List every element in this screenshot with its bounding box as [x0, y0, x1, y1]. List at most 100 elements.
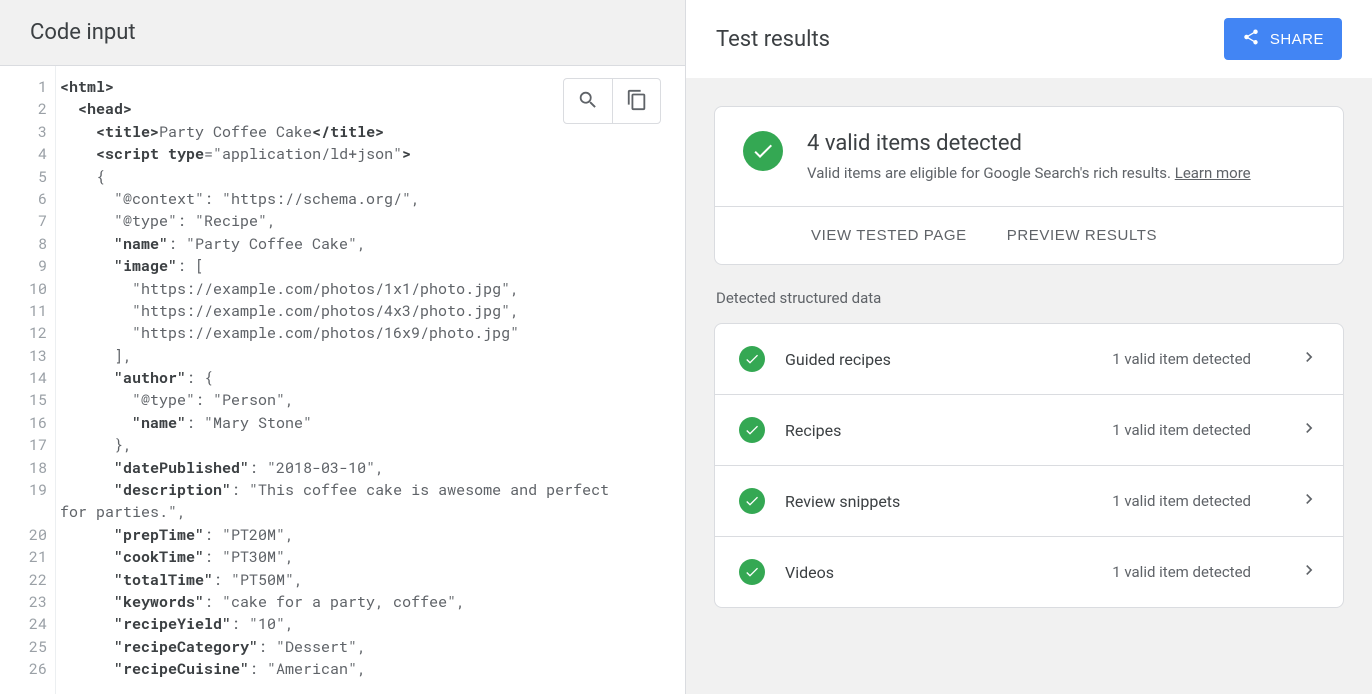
line-number: 22 — [0, 569, 47, 591]
code-line[interactable]: "name": "Party Coffee Cake", — [60, 233, 681, 255]
code-line[interactable]: ], — [60, 345, 681, 367]
detected-item-row[interactable]: Recipes 1 valid item detected — [715, 394, 1343, 465]
summary-subtext-text: Valid items are eligible for Google Sear… — [807, 164, 1175, 182]
line-number: 12 — [0, 322, 47, 344]
code-input-pane: Code input 12345678910111213141516171819… — [0, 0, 686, 694]
summary-text: 4 valid items detected Valid items are e… — [807, 131, 1251, 182]
code-line[interactable]: "name": "Mary Stone" — [60, 412, 681, 434]
code-line[interactable]: for parties.", — [60, 501, 681, 523]
line-number: 25 — [0, 636, 47, 658]
line-number-gutter: 1234567891011121314151617181920212223242… — [0, 66, 56, 694]
line-number: 21 — [0, 546, 47, 568]
code-line[interactable]: "keywords": "cake for a party, coffee", — [60, 591, 681, 613]
code-line[interactable]: "image": [ — [60, 255, 681, 277]
detected-item-row[interactable]: Videos 1 valid item detected — [715, 536, 1343, 607]
code-line[interactable]: "recipeYield": "10", — [60, 613, 681, 635]
line-number — [0, 501, 47, 523]
test-results-title: Test results — [716, 27, 830, 52]
code-line[interactable]: { — [60, 166, 681, 188]
code-content[interactable]: <html> <head> <title>Party Coffee Cake</… — [56, 66, 685, 694]
chevron-right-icon — [1299, 560, 1319, 584]
code-line[interactable]: "@context": "https://schema.org/", — [60, 188, 681, 210]
line-number: 18 — [0, 457, 47, 479]
item-name: Review snippets — [785, 492, 1092, 511]
item-status: 1 valid item detected — [1112, 492, 1251, 510]
item-check-icon — [739, 488, 765, 514]
summary-card: 4 valid items detected Valid items are e… — [714, 106, 1344, 265]
chevron-right-icon — [1299, 418, 1319, 442]
line-number: 4 — [0, 143, 47, 165]
code-line[interactable]: "https://example.com/photos/1x1/photo.jp… — [60, 278, 681, 300]
line-number: 23 — [0, 591, 47, 613]
line-number: 17 — [0, 434, 47, 456]
code-input-header: Code input — [0, 0, 685, 66]
detected-item-row[interactable]: Review snippets 1 valid item detected — [715, 465, 1343, 536]
detected-section-label: Detected structured data — [716, 289, 1344, 307]
code-line[interactable]: <title>Party Coffee Cake</title> — [60, 121, 681, 143]
line-number: 2 — [0, 98, 47, 120]
line-number: 7 — [0, 210, 47, 232]
detected-items-list: Guided recipes1 valid item detectedRecip… — [714, 323, 1344, 608]
item-status: 1 valid item detected — [1112, 421, 1251, 439]
preview-results-button[interactable]: PREVIEW RESULTS — [1007, 227, 1157, 244]
item-name: Recipes — [785, 421, 1092, 440]
detected-item-row[interactable]: Guided recipes 1 valid item detected — [715, 324, 1343, 394]
copy-code-button[interactable] — [612, 79, 660, 123]
code-line[interactable]: "https://example.com/photos/4x3/photo.jp… — [60, 300, 681, 322]
line-number: 9 — [0, 255, 47, 277]
item-check-icon — [739, 559, 765, 585]
summary-heading: 4 valid items detected — [807, 131, 1251, 156]
code-line[interactable]: "recipeCuisine": "American", — [60, 658, 681, 680]
share-button-label: SHARE — [1270, 31, 1324, 48]
view-tested-page-button[interactable]: VIEW TESTED PAGE — [811, 227, 967, 244]
line-number: 8 — [0, 233, 47, 255]
line-number: 13 — [0, 345, 47, 367]
test-results-header: Test results SHARE — [686, 0, 1372, 78]
item-name: Videos — [785, 563, 1092, 582]
line-number: 15 — [0, 389, 47, 411]
chevron-right-icon — [1299, 347, 1319, 371]
summary-actions: VIEW TESTED PAGE PREVIEW RESULTS — [715, 207, 1343, 264]
item-status: 1 valid item detected — [1112, 350, 1251, 368]
test-results-pane: Test results SHARE 4 valid items detecte… — [686, 0, 1372, 694]
test-results-body: 4 valid items detected Valid items are e… — [686, 78, 1372, 694]
line-number: 19 — [0, 479, 47, 501]
code-line[interactable]: "description": "This coffee cake is awes… — [60, 479, 681, 501]
item-check-icon — [739, 417, 765, 443]
code-line[interactable]: <script type="application/ld+json"> — [60, 143, 681, 165]
code-line[interactable]: "cookTime": "PT30M", — [60, 546, 681, 568]
code-line[interactable]: "@type": "Person", — [60, 389, 681, 411]
code-line[interactable]: }, — [60, 434, 681, 456]
line-number: 3 — [0, 121, 47, 143]
share-button[interactable]: SHARE — [1224, 18, 1342, 60]
summary-card-top: 4 valid items detected Valid items are e… — [715, 107, 1343, 207]
item-check-icon — [739, 346, 765, 372]
item-name: Guided recipes — [785, 350, 1092, 369]
code-line[interactable]: "datePublished": "2018-03-10", — [60, 457, 681, 479]
code-line[interactable]: "recipeCategory": "Dessert", — [60, 636, 681, 658]
line-number: 1 — [0, 76, 47, 98]
code-line[interactable]: "https://example.com/photos/16x9/photo.j… — [60, 322, 681, 344]
valid-check-icon — [743, 131, 783, 171]
chevron-right-icon — [1299, 489, 1319, 513]
code-toolbar — [563, 78, 661, 124]
search-code-button[interactable] — [564, 79, 612, 123]
copy-icon — [626, 89, 648, 114]
line-number: 10 — [0, 278, 47, 300]
code-line[interactable]: "totalTime": "PT50M", — [60, 569, 681, 591]
code-line[interactable]: "@type": "Recipe", — [60, 210, 681, 232]
code-input-title: Code input — [30, 20, 655, 45]
line-number: 11 — [0, 300, 47, 322]
code-line[interactable]: "prepTime": "PT20M", — [60, 524, 681, 546]
summary-subtext: Valid items are eligible for Google Sear… — [807, 164, 1251, 182]
line-number: 26 — [0, 658, 47, 680]
code-line[interactable]: "author": { — [60, 367, 681, 389]
share-icon — [1242, 28, 1260, 50]
learn-more-link[interactable]: Learn more — [1175, 164, 1251, 182]
line-number: 14 — [0, 367, 47, 389]
search-icon — [577, 89, 599, 114]
line-number: 20 — [0, 524, 47, 546]
line-number: 5 — [0, 166, 47, 188]
code-editor[interactable]: 1234567891011121314151617181920212223242… — [0, 66, 685, 694]
item-status: 1 valid item detected — [1112, 563, 1251, 581]
